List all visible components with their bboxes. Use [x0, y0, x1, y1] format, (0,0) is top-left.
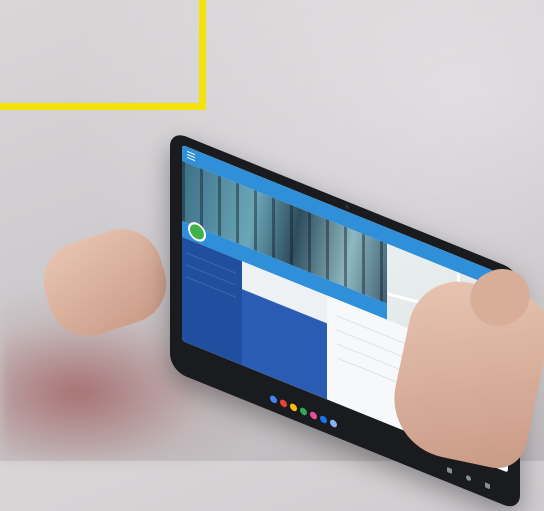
dock-app-icon[interactable] — [300, 406, 307, 417]
dock-app-icon[interactable] — [290, 402, 297, 413]
dock-app-icon[interactable] — [270, 394, 277, 405]
info-panel — [242, 289, 327, 400]
menu-icon[interactable] — [187, 150, 195, 162]
back-icon[interactable] — [447, 466, 452, 474]
system-nav-bar — [447, 466, 490, 490]
recents-icon[interactable] — [485, 482, 490, 490]
dock-app-icon[interactable] — [310, 410, 317, 421]
front-camera — [345, 203, 349, 210]
home-icon[interactable] — [466, 474, 471, 482]
dock-app-icon[interactable] — [280, 398, 287, 409]
dock-app-icon[interactable] — [330, 418, 337, 429]
yellow-accent-frame — [0, 0, 206, 110]
dock-app-icon[interactable] — [320, 414, 327, 425]
